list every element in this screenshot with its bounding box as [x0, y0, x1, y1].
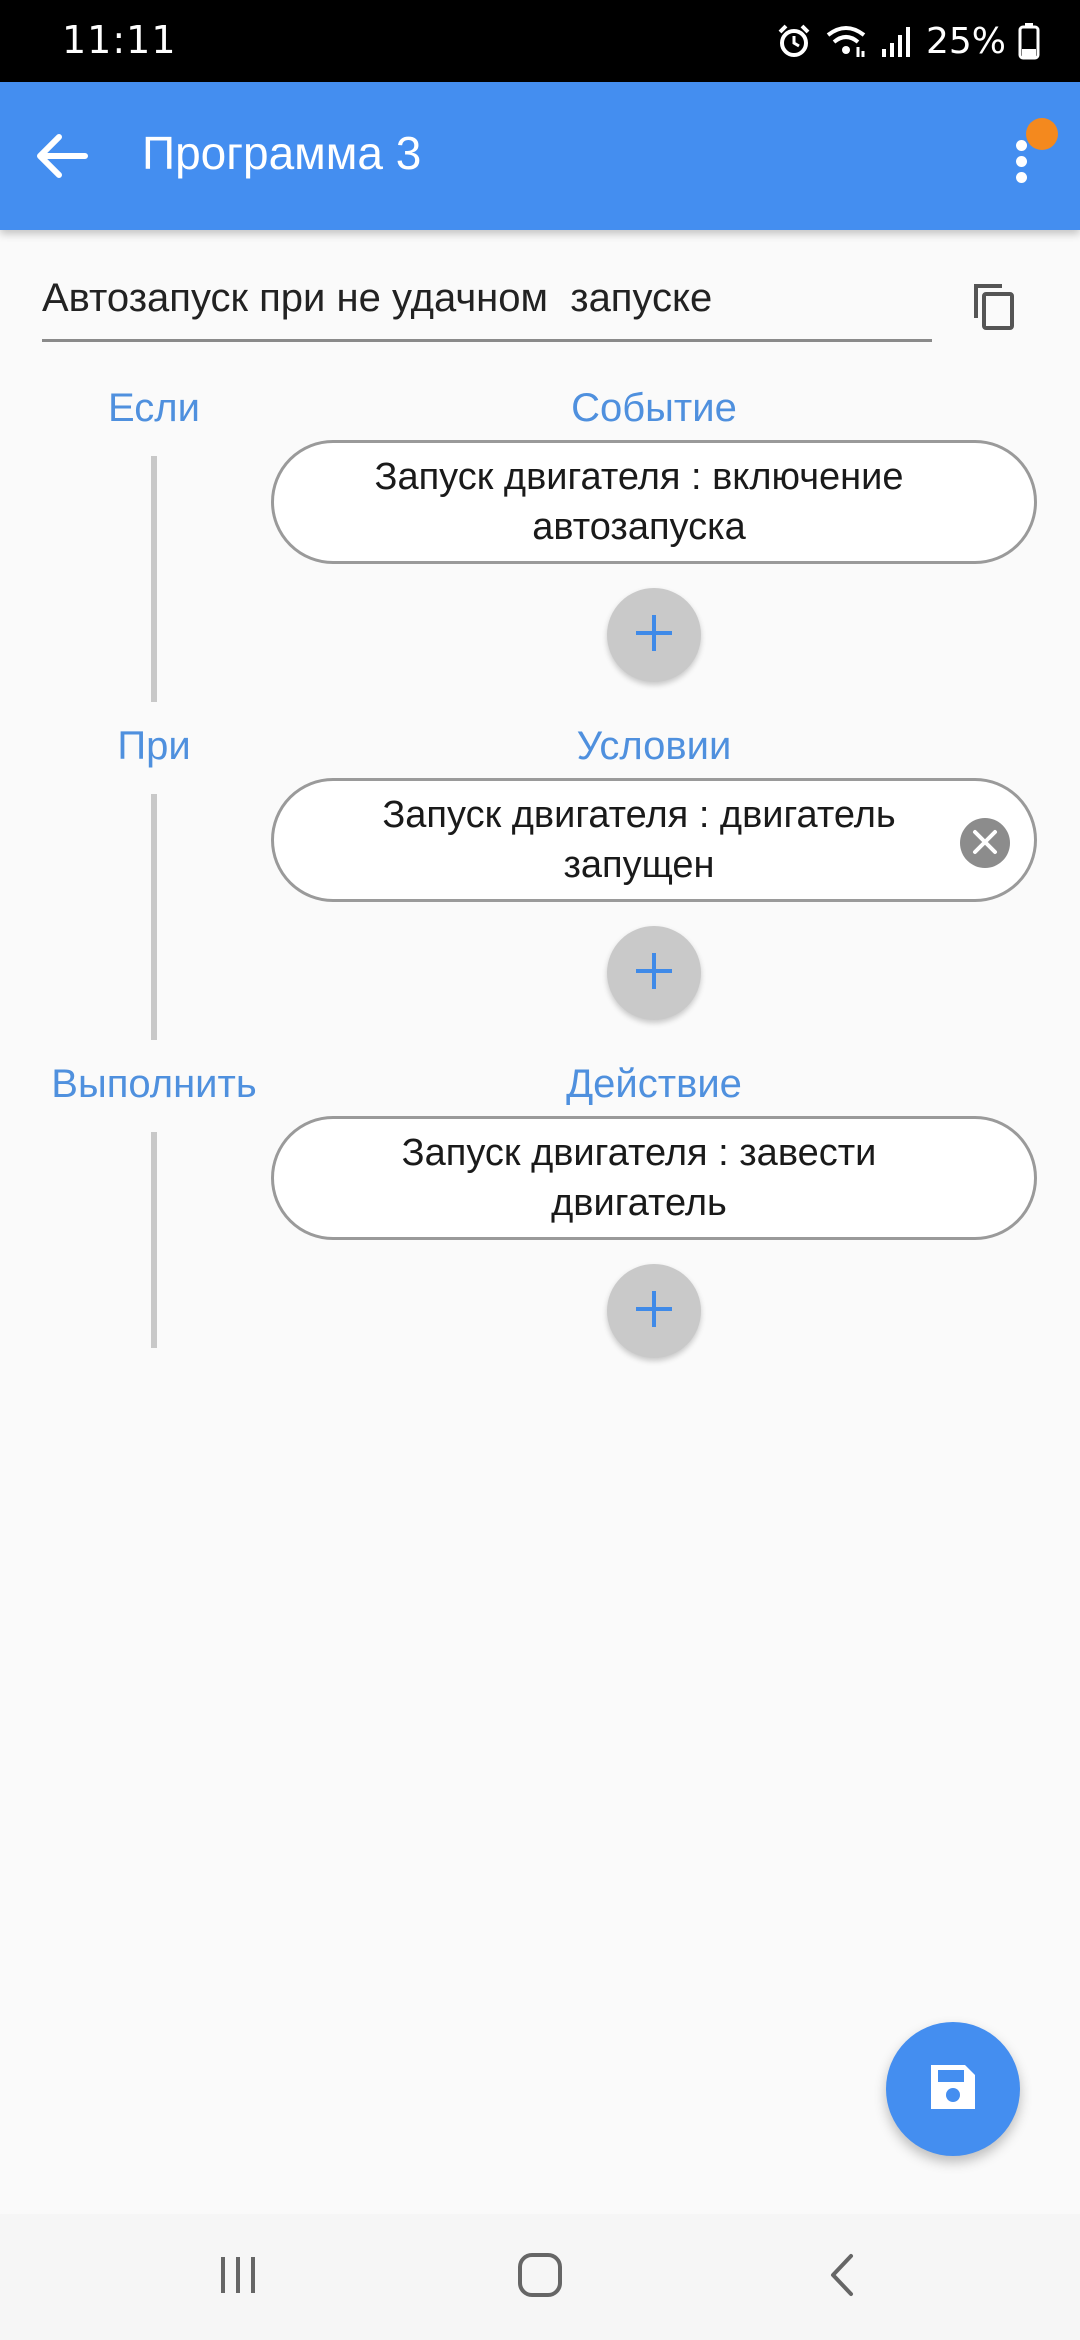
battery-icon: [1018, 22, 1040, 60]
back-button[interactable]: [20, 116, 104, 200]
add-condition-button[interactable]: [607, 926, 701, 1020]
home-icon: [517, 2252, 563, 2303]
page-title: Программа 3: [142, 127, 422, 179]
section-divider-line: [151, 1132, 157, 1348]
recent-apps-button[interactable]: [198, 2242, 278, 2312]
status-icons: 25%: [776, 16, 1040, 66]
section-label-action: Действие: [566, 1062, 742, 1106]
app-bar: Программа 3: [0, 82, 1080, 230]
close-icon: [972, 818, 998, 868]
arrow-left-icon: [35, 132, 89, 185]
section-divider-line: [151, 794, 157, 1040]
section-label-condition: Условии: [576, 724, 732, 768]
wifi-icon: [824, 23, 868, 59]
recent-apps-icon: [217, 2255, 259, 2300]
section-label-event: Событие: [571, 386, 737, 430]
home-button[interactable]: [500, 2242, 580, 2312]
section-divider-line: [151, 456, 157, 702]
notification-badge: [1026, 118, 1058, 150]
add-event-button[interactable]: [607, 588, 701, 682]
action-item-label: Запуск двигателя : завести двигатель: [401, 1132, 877, 1224]
status-time: 11:11: [62, 18, 177, 62]
plus-icon: [633, 612, 675, 659]
nav-back-button[interactable]: [802, 2242, 882, 2312]
section-label-execute: Выполнить: [51, 1062, 257, 1106]
signal-icon: [880, 23, 914, 59]
condition-item[interactable]: Запуск двигателя : двигатель запущен: [271, 778, 1037, 902]
back-icon: [827, 2252, 857, 2303]
save-button[interactable]: [886, 2022, 1020, 2156]
copy-icon: [972, 282, 1016, 335]
section-label-when: При: [117, 724, 191, 768]
copy-button[interactable]: [962, 276, 1026, 340]
section-label-if: Если: [108, 386, 200, 430]
save-icon: [927, 2061, 979, 2118]
battery-percent: 25%: [925, 20, 1006, 62]
program-name-input[interactable]: Автозапуск при не удачном запуске: [42, 266, 932, 342]
remove-condition-button[interactable]: [960, 818, 1010, 868]
alarm-icon: [776, 23, 812, 59]
status-bar: 11:11 25%: [0, 0, 1080, 82]
system-nav-bar: [0, 2214, 1080, 2340]
event-item-label: Запуск двигателя : включение автозапуска: [374, 456, 904, 548]
action-item[interactable]: Запуск двигателя : завести двигатель: [271, 1116, 1037, 1240]
add-action-button[interactable]: [607, 1264, 701, 1358]
plus-icon: [633, 1288, 675, 1335]
overflow-menu-button[interactable]: [984, 116, 1064, 200]
plus-icon: [633, 950, 675, 997]
event-item[interactable]: Запуск двигателя : включение автозапуска: [271, 440, 1037, 564]
condition-item-label: Запуск двигателя : двигатель запущен: [382, 794, 896, 886]
